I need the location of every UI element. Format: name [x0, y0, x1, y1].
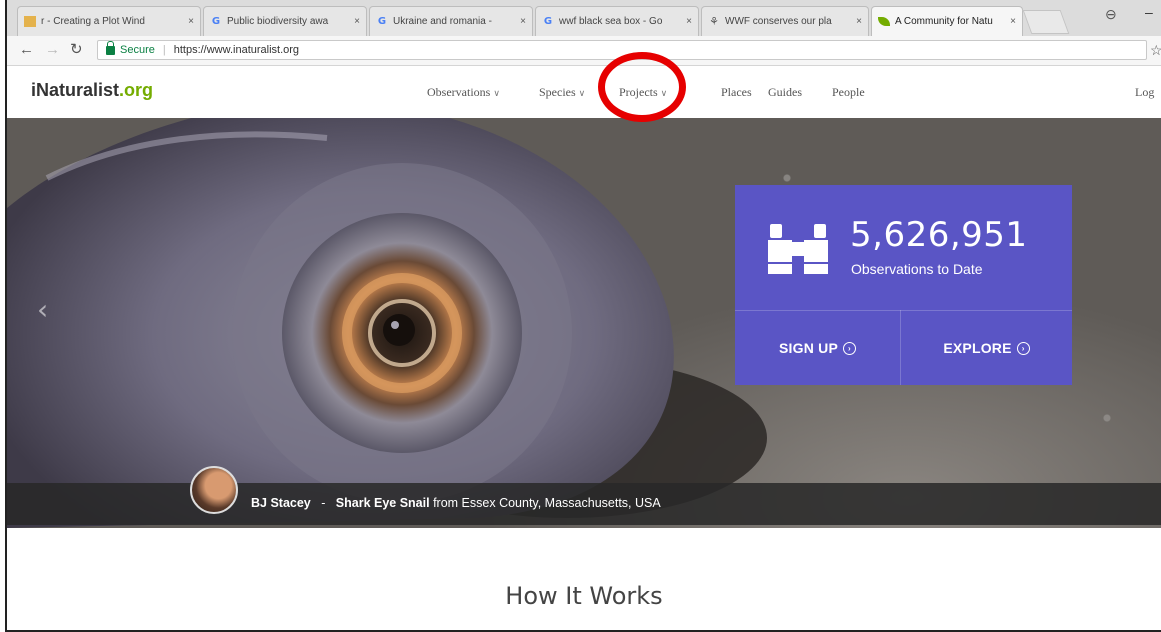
tab-ukraine-romania[interactable]: G Ukraine and romania - × [369, 6, 533, 36]
signup-label: SIGN UP [779, 340, 838, 356]
tab-inaturalist-active[interactable]: A Community for Natu × [871, 6, 1023, 36]
lock-icon [106, 40, 115, 55]
wwf-icon: ⚘ [709, 16, 719, 28]
close-icon[interactable]: × [520, 16, 526, 27]
browser-window: r - Creating a Plot Wind × G Public biod… [5, 0, 1161, 632]
close-icon[interactable]: × [354, 16, 360, 27]
photographer-name[interactable]: BJ Stacey [251, 496, 311, 510]
site-header: iNaturalist.org Observations ∨ Species ∨ P… [7, 66, 1161, 119]
back-arrow-icon[interactable]: ← [19, 41, 34, 59]
nav-projects[interactable]: Projects ∨ [619, 85, 667, 100]
observations-card: 5,626,951 Observations to Date SIGN UP ›… [735, 185, 1072, 385]
location-text: from Essex County, Massachusetts, USA [433, 496, 661, 510]
logo-suffix: .org [119, 80, 154, 100]
close-icon[interactable]: × [1010, 16, 1016, 27]
photo-caption: BJ Stacey - Shark Eye Snail from Essex C… [251, 496, 661, 510]
observations-count: 5,626,951 [850, 215, 1028, 255]
signup-button[interactable]: SIGN UP › [735, 311, 900, 385]
tab-title: WWF conserves our pla [725, 16, 832, 27]
url-text: https://www.inaturalist.org [173, 44, 300, 56]
google-icon: G [377, 16, 387, 27]
tab-wwf-conserves[interactable]: ⚘ WWF conserves our pla × [701, 6, 869, 36]
tab-r-creating-plot[interactable]: r - Creating a Plot Wind × [17, 6, 201, 36]
doc-icon [24, 16, 36, 27]
chevron-down-icon: ∨ [493, 88, 500, 98]
chevron-down-icon: ∨ [660, 88, 668, 98]
photographer-avatar[interactable] [190, 466, 238, 514]
forward-arrow-icon[interactable]: → [45, 41, 60, 59]
nav-observations-label: Observations [427, 85, 491, 99]
profile-icon[interactable]: ⊖ [1105, 6, 1117, 23]
login-link[interactable]: Log [1135, 85, 1154, 100]
circle-arrow-icon: › [842, 341, 856, 355]
binoculars-icon [766, 224, 830, 274]
tab-title: A Community for Natu [895, 16, 993, 27]
omnibox-separator: | [162, 44, 166, 56]
new-tab-button[interactable] [1022, 10, 1070, 34]
nav-places[interactable]: Places [721, 85, 752, 100]
tab-title: wwf black sea box - Go [559, 16, 663, 27]
tab-public-biodiversity[interactable]: G Public biodiversity awa × [203, 6, 367, 36]
caption-separator: - [321, 496, 326, 510]
nav-people[interactable]: People [832, 85, 865, 100]
carousel-prev-arrow-icon[interactable]: ‹ [37, 293, 48, 326]
nav-guides[interactable]: Guides [768, 85, 802, 100]
nav-projects-label: Projects [619, 85, 658, 99]
close-icon[interactable]: × [188, 16, 194, 27]
nav-observations[interactable]: Observations ∨ [427, 85, 500, 100]
how-it-works-heading: How It Works [505, 582, 663, 610]
reload-icon[interactable]: ↻ [70, 41, 83, 59]
leaf-icon [878, 17, 890, 26]
browser-toolbar: ← → ↻ Secure | https://www.inaturalist.o… [7, 36, 1161, 66]
tab-title: Ukraine and romania - [393, 16, 492, 27]
tab-title: r - Creating a Plot Wind [41, 16, 145, 27]
tab-wwf-black-sea[interactable]: G wwf black sea box - Go × [535, 6, 699, 36]
google-icon: G [543, 16, 553, 27]
chevron-down-icon: ∨ [578, 88, 586, 98]
nav-species-label: Species [539, 85, 576, 99]
minimize-icon[interactable]: – [1145, 4, 1153, 20]
bookmark-star-icon[interactable]: ☆ [1150, 42, 1161, 59]
observations-label: Observations to Date [851, 261, 983, 277]
explore-label: EXPLORE [943, 340, 1012, 356]
close-icon[interactable]: × [686, 16, 692, 27]
nav-places-label: Places [721, 85, 752, 99]
tab-strip: r - Creating a Plot Wind × G Public biod… [7, 0, 1161, 37]
inaturalist-logo[interactable]: iNaturalist.org [31, 80, 153, 101]
explore-button[interactable]: EXPLORE › [901, 311, 1072, 385]
close-icon[interactable]: × [856, 16, 862, 27]
circle-arrow-icon: › [1016, 341, 1030, 355]
nav-species[interactable]: Species ∨ [539, 85, 585, 100]
tab-title: Public biodiversity awa [227, 16, 329, 27]
nav-guides-label: Guides [768, 85, 802, 99]
google-icon: G [211, 16, 221, 27]
hero-banner: ‹ 5,626,951 Observations to Date SIGN UP… [7, 118, 1161, 528]
nav-people-label: People [832, 85, 865, 99]
logo-main: iNaturalist [31, 80, 120, 100]
secure-label: Secure [120, 44, 155, 56]
address-bar[interactable]: Secure | https://www.inaturalist.org [97, 40, 1147, 60]
species-name[interactable]: Shark Eye Snail [336, 496, 430, 510]
